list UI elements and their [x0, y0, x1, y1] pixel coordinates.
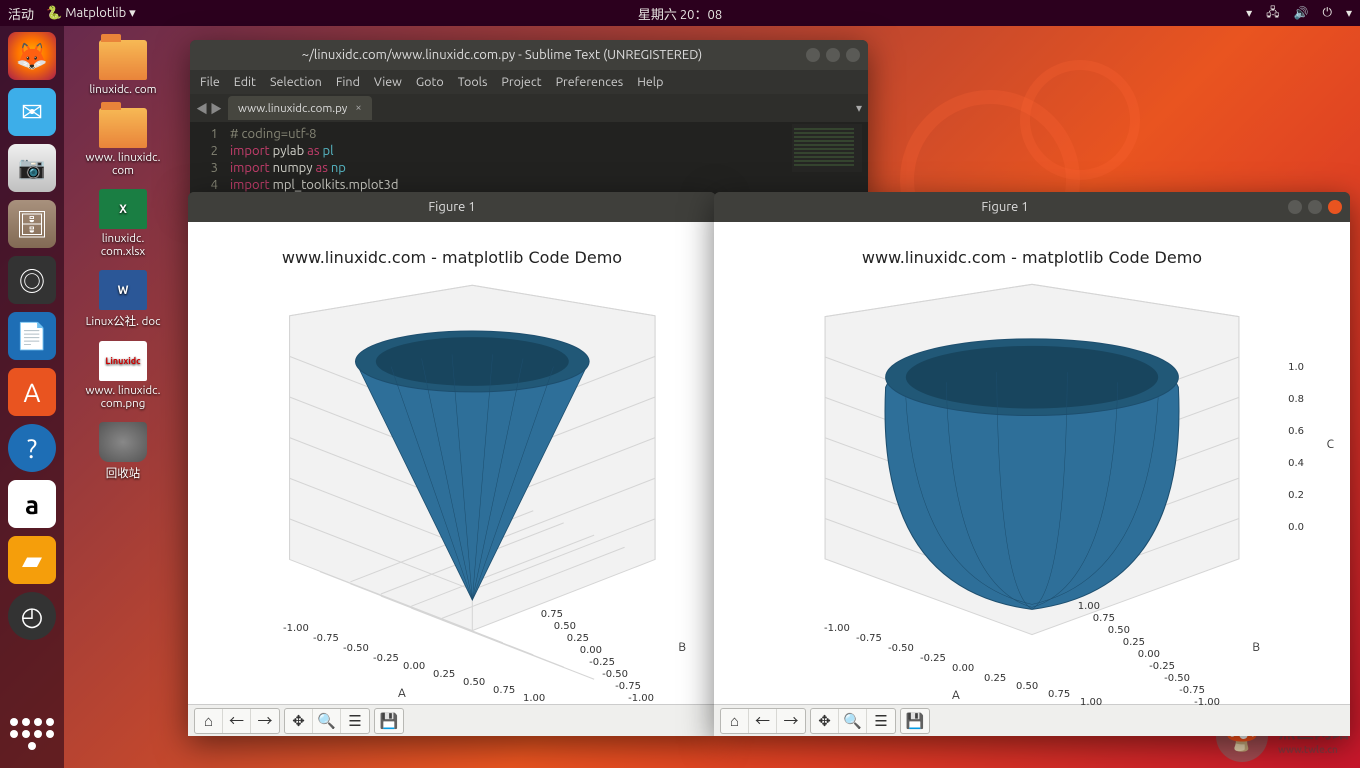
minimize-button[interactable] — [806, 48, 820, 62]
app-menu[interactable]: 🐍 Matplotlib ▾ — [46, 6, 136, 21]
menu-help[interactable]: Help — [637, 75, 663, 89]
chevron-down-icon[interactable]: ▾ — [1346, 6, 1352, 20]
arrow-down-icon[interactable]: ▾ — [1246, 6, 1252, 20]
figure1-title: Figure 1 — [196, 200, 708, 214]
plot-3d-cone — [188, 222, 716, 704]
axis-a-label: A — [398, 687, 406, 700]
back-icon[interactable]: ← — [223, 709, 251, 733]
figure2-canvas[interactable]: www.linuxidc.com - matplotlib Code Demo — [714, 222, 1350, 704]
minimap[interactable] — [792, 124, 862, 172]
axis-b-label: B — [678, 641, 686, 654]
gutter: 1234 — [190, 126, 226, 194]
figure-window-2: Figure 1 www.linuxidc.com - matplotlib C… — [714, 192, 1350, 736]
menu-find[interactable]: Find — [336, 75, 360, 89]
launcher-rhythmbox[interactable]: ◎ — [8, 256, 56, 304]
desktop-xlsx[interactable]: Xlinuxidc. com.xlsx — [80, 189, 166, 258]
menu-goto[interactable]: Goto — [416, 75, 444, 89]
save-icon[interactable]: 💾 — [901, 709, 929, 733]
menu-view[interactable]: View — [374, 75, 402, 89]
back-icon[interactable]: ← — [749, 709, 777, 733]
power-icon[interactable]: ⏻ — [1322, 6, 1332, 20]
tab-overflow-icon[interactable]: ▾ — [856, 101, 862, 115]
activities-button[interactable]: 活动 — [8, 4, 34, 23]
figure-window-1: Figure 1 www.linuxidc.com - matplotlib C… — [188, 192, 716, 736]
menu-preferences[interactable]: Preferences — [556, 75, 624, 89]
figure1-canvas[interactable]: www.linuxidc.com - matplotlib Code Demo — [188, 222, 716, 704]
launcher-dock: 🦊 ✉ 📷 🗄 ◎ 📄 A ? a ▰ ◴ — [0, 26, 64, 768]
configure-icon[interactable]: ☰ — [867, 709, 895, 733]
desktop-png[interactable]: Linuxidcwww. linuxidc. com.png — [80, 341, 166, 410]
tab-prev-icon[interactable]: ◀ — [196, 100, 208, 117]
minimize-button[interactable] — [1288, 200, 1302, 214]
pan-icon[interactable]: ✥ — [811, 709, 839, 733]
figure1-titlebar[interactable]: Figure 1 — [188, 192, 716, 222]
home-icon[interactable]: ⌂ — [195, 709, 223, 733]
plot-3d-bowl — [714, 222, 1350, 704]
forward-icon[interactable]: → — [777, 709, 805, 733]
launcher-thunderbird[interactable]: ✉ — [8, 88, 56, 136]
close-button[interactable] — [1328, 200, 1342, 214]
launcher-sublime[interactable]: ▰ — [8, 536, 56, 584]
launcher-help[interactable]: ? — [8, 424, 56, 472]
configure-icon[interactable]: ☰ — [341, 709, 369, 733]
desktop-doc[interactable]: WLinux公社. doc — [80, 270, 166, 329]
sublime-titlebar[interactable]: ~/linuxidc.com/www.linuxidc.com.py - Sub… — [190, 40, 868, 70]
desktop-icons: linuxidc. com www. linuxidc. com Xlinuxi… — [80, 40, 166, 481]
tab-label: www.linuxidc.com.py — [238, 102, 347, 115]
launcher-writer[interactable]: 📄 — [8, 312, 56, 360]
tab-bar: ◀▶ www.linuxidc.com.py × ▾ — [190, 94, 868, 122]
axis-a-label: A — [952, 689, 960, 702]
launcher-show-apps[interactable] — [8, 710, 56, 758]
top-panel: 活动 🐍 Matplotlib ▾ 星期六 20：08 ▾ 🖧 🔊 ⏻ ▾ — [0, 0, 1360, 26]
menu-edit[interactable]: Edit — [234, 75, 256, 89]
close-button[interactable] — [846, 48, 860, 62]
maximize-button[interactable] — [826, 48, 840, 62]
desktop-folder[interactable]: linuxidc. com — [80, 40, 166, 96]
tab-close-icon[interactable]: × — [355, 102, 361, 114]
save-icon[interactable]: 💾 — [375, 709, 403, 733]
mpl-toolbar: ⌂←→ ✥🔍☰ 💾 — [714, 704, 1350, 736]
desktop-folder[interactable]: www. linuxidc. com — [80, 108, 166, 177]
forward-icon[interactable]: → — [251, 709, 279, 733]
launcher-cheese[interactable]: 📷 — [8, 144, 56, 192]
figure2-title: Figure 1 — [722, 200, 1288, 214]
launcher-software[interactable]: A — [8, 368, 56, 416]
axis-b-label: B — [1252, 641, 1260, 654]
pan-icon[interactable]: ✥ — [285, 709, 313, 733]
menu-file[interactable]: File — [200, 75, 220, 89]
maximize-button[interactable] — [1308, 200, 1322, 214]
editor-area[interactable]: 1234 # coding=utf-8 import pylab as pl i… — [190, 122, 868, 196]
launcher-firefox[interactable]: 🦊 — [8, 32, 56, 80]
home-icon[interactable]: ⌂ — [721, 709, 749, 733]
launcher-settings[interactable]: ◴ — [8, 592, 56, 640]
menu-project[interactable]: Project — [501, 75, 541, 89]
zoom-icon[interactable]: 🔍 — [839, 709, 867, 733]
sublime-menu: File Edit Selection Find View Goto Tools… — [190, 70, 868, 94]
menu-selection[interactable]: Selection — [270, 75, 322, 89]
launcher-files[interactable]: 🗄 — [8, 200, 56, 248]
launcher-amazon[interactable]: a — [8, 480, 56, 528]
zoom-icon[interactable]: 🔍 — [313, 709, 341, 733]
sublime-title: ~/linuxidc.com/www.linuxidc.com.py - Sub… — [198, 48, 806, 62]
code: # coding=utf-8 import pylab as pl import… — [230, 126, 868, 194]
axis-c-label: C — [1327, 438, 1334, 451]
desktop-trash[interactable]: 回收站 — [80, 422, 166, 481]
menu-tools[interactable]: Tools — [458, 75, 488, 89]
sublime-window: ~/linuxidc.com/www.linuxidc.com.py - Sub… — [190, 40, 868, 200]
clock[interactable]: 星期六 20：08 — [638, 4, 722, 23]
volume-icon[interactable]: 🔊 — [1294, 6, 1309, 20]
network-icon[interactable]: 🖧 — [1266, 3, 1279, 24]
figure2-titlebar[interactable]: Figure 1 — [714, 192, 1350, 222]
tab-next-icon[interactable]: ▶ — [210, 100, 222, 117]
mpl-toolbar: ⌂←→ ✥🔍☰ 💾 — [188, 704, 716, 736]
tab-file[interactable]: www.linuxidc.com.py × — [228, 96, 372, 120]
